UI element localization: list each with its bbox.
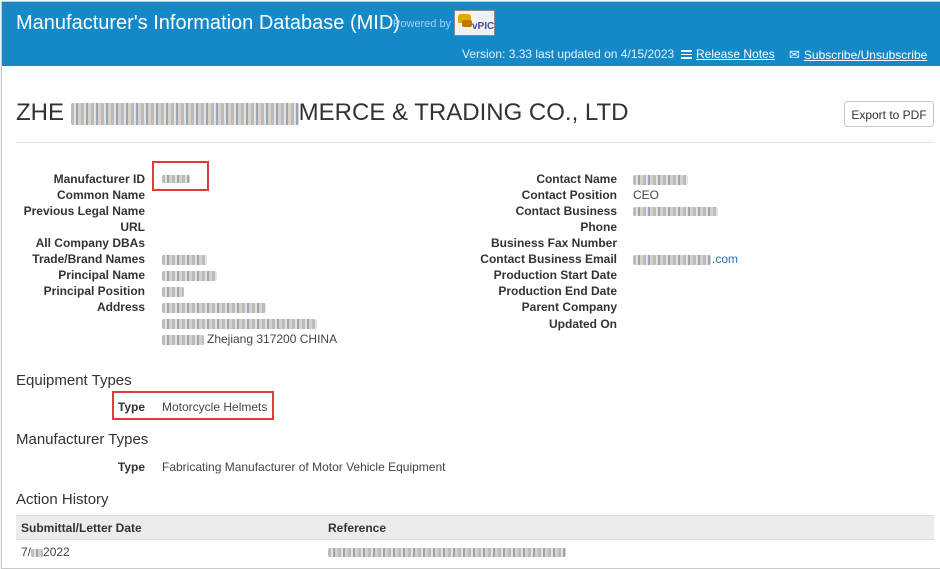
contact-name-value: [633, 175, 688, 185]
address-line-2: [162, 319, 317, 329]
contact-position-value: CEO: [633, 188, 660, 202]
email-link[interactable]: .com: [712, 252, 738, 266]
label-company-dbas: All Company DBAs: [35, 236, 145, 250]
manufacturer-type-value: Fabricating Manufacturer of Motor Vehicl…: [162, 460, 446, 474]
equipment-type-highlight: [112, 391, 274, 420]
list-icon: [681, 50, 692, 59]
envelope-icon: ✉: [789, 47, 800, 62]
label-fax: Business Fax Number: [490, 236, 617, 250]
car-icon-back: [462, 20, 472, 27]
column-header-reference[interactable]: Reference: [328, 521, 386, 535]
company-name: ZHE MERCE & TRADING CO., LTD: [16, 99, 628, 127]
label-manufacturer-id: Manufacturer ID: [53, 172, 145, 186]
subscribe-label: Subscribe/Unsubscribe: [803, 48, 928, 62]
header-bar: Manufacturer's Information Database (MID…: [2, 2, 940, 66]
vpic-logo[interactable]: vPIC: [454, 10, 495, 36]
brand-names-value: [162, 255, 207, 265]
label-parent-company: Parent Company: [521, 300, 617, 314]
release-notes-link[interactable]: Release Notes: [681, 47, 775, 61]
principal-name-value: [162, 271, 217, 281]
table-header: Submittal/Letter Date Reference: [16, 515, 934, 540]
label-principal-position: Principal Position: [43, 284, 145, 298]
equipment-types-heading: Equipment Types: [16, 372, 132, 389]
label-updated-on: Updated On: [549, 317, 617, 331]
email-redacted: [633, 255, 711, 265]
powered-by-text: Powered by: [393, 18, 452, 30]
principal-position-value: [162, 287, 184, 297]
manufacturer-id-highlight: [152, 161, 209, 191]
action-history-heading: Action History: [16, 491, 109, 508]
table-row: 7/2022: [16, 541, 934, 563]
label-contact-name: Contact Name: [536, 172, 617, 186]
label-contact-position: Contact Position: [521, 188, 617, 202]
row-date-prefix: 7/: [21, 545, 32, 559]
company-name-prefix: ZHE: [16, 99, 64, 126]
label-common-name: Common Name: [56, 188, 145, 202]
row-date-suffix: 2022: [43, 545, 70, 559]
address-line-1: [162, 303, 266, 313]
label-trade-brand-names: Trade/Brand Names: [32, 252, 145, 266]
manufacturer-types-heading: Manufacturer Types: [16, 431, 149, 448]
label-principal-name: Principal Name: [58, 268, 145, 282]
label-address: Address: [96, 300, 145, 314]
label-production-end: Production End Date: [498, 284, 617, 298]
address-line-3: Zhejiang 317200 CHINA: [207, 332, 338, 346]
row-date-redacted: [31, 548, 44, 557]
version-text: Version: 3.33 last updated on 4/15/2023: [462, 47, 675, 61]
label-production-start: Production Start Date: [493, 268, 617, 282]
label-contact-business: Contact Business: [515, 204, 617, 218]
row-date: 7/2022: [21, 545, 70, 559]
release-notes-label: Release Notes: [696, 47, 775, 61]
divider: [16, 142, 934, 143]
label-phone: Phone: [580, 220, 617, 234]
app-title[interactable]: Manufacturer's Information Database (MID…: [16, 12, 400, 35]
row-reference-link[interactable]: [328, 548, 566, 557]
logo-text: vPIC: [472, 21, 495, 32]
contact-business-value: [633, 207, 718, 216]
company-name-suffix: MERCE & TRADING CO., LTD: [298, 99, 629, 126]
label-email: Contact Business Email: [480, 252, 617, 266]
subscribe-link[interactable]: ✉ Subscribe/Unsubscribe: [789, 47, 927, 63]
redacted-text: [70, 102, 299, 125]
label-previous-legal-name: Previous Legal Name: [23, 204, 145, 218]
address-line-3-redacted: [162, 335, 204, 345]
page: Manufacturer's Information Database (MID…: [1, 1, 940, 569]
manufacturer-type-label: Type: [117, 460, 145, 474]
column-header-date[interactable]: Submittal/Letter Date: [21, 521, 142, 535]
export-pdf-button[interactable]: Export to PDF: [844, 101, 934, 127]
label-url: URL: [120, 220, 145, 234]
